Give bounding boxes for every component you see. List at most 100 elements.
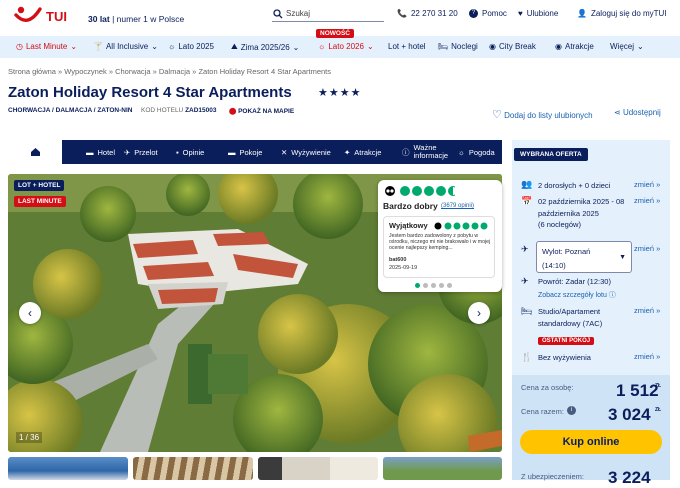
pagination-dot[interactable] [447, 283, 452, 288]
cocktail-icon: 🍸 [93, 42, 103, 51]
review-text: Jestem bardzo zadowolony z pobytu w ośro… [389, 233, 491, 252]
nav-summer-2026[interactable]: ☼ Lato 2026 ⌄ [318, 42, 374, 51]
change-departure-link[interactable]: zmień » [634, 244, 660, 253]
last-minute-badge: LAST MINUTE [14, 196, 66, 207]
clock-icon: ◷ [16, 42, 23, 51]
gallery-thumbnail[interactable] [383, 457, 502, 480]
tab-attractions[interactable]: ✦ Atrakcje [336, 140, 381, 164]
tab-rooms[interactable]: ▬ Pokoje [220, 140, 262, 164]
nav-all-inclusive[interactable]: 🍸 All Inclusive ⌄ [93, 42, 158, 51]
nav-last-minute[interactable]: ◷ Last Minute ⌄ [16, 42, 77, 51]
hotel-location[interactable]: CHORWACJA / DALMACJA / ZATON-NIN [8, 107, 132, 114]
currency-label: ZŁ [655, 407, 662, 413]
review-pagination[interactable] [415, 283, 452, 288]
price-total: 3 024 [608, 405, 651, 424]
info-icon[interactable]: i [567, 406, 576, 415]
tab-flight[interactable]: ✈ Przelot [116, 140, 158, 164]
nav-flight-hotel[interactable]: Lot + hotel [388, 42, 426, 51]
chevron-down-icon: ▼ [619, 254, 626, 261]
change-travelers-link[interactable]: zmień » [634, 180, 660, 189]
tab-board[interactable]: ✕ Wyżywienie [273, 140, 331, 164]
review-count-link[interactable]: (3679 opinii) [441, 203, 474, 209]
next-photo-button[interactable]: › [468, 302, 490, 324]
chevron-right-icon: › [477, 306, 481, 320]
people-icon: 👥 [521, 179, 533, 189]
chevron-down-icon: ⌄ [366, 42, 374, 51]
bed-icon: 🛏 [521, 306, 533, 316]
nav-city-break[interactable]: ◉ City Break [489, 42, 536, 51]
share-link[interactable]: ⋖ Udostępnij [614, 108, 661, 117]
tab-weather[interactable]: ☼ Pogoda [450, 140, 495, 164]
buy-online-button[interactable]: Kup online [520, 430, 662, 454]
phone-icon: 📞 [397, 9, 407, 18]
nav-attractions[interactable]: ◉ Atrakcje [555, 42, 594, 51]
change-dates-link[interactable]: zmień » [634, 196, 660, 205]
tripadvisor-rating-icon [385, 186, 455, 196]
pin-icon: ◉ [489, 42, 496, 51]
ticket-icon: ◉ [555, 42, 562, 51]
new-badge: NOWOŚĆ [316, 29, 354, 38]
last-room-badge: OSTATNI POKÓJ [538, 337, 595, 345]
currency-label: ZŁ [655, 383, 662, 389]
price-total-label: Cena razem: [521, 407, 564, 416]
show-on-map-link[interactable]: ⬤ POKAŻ NA MAPIE [229, 107, 294, 115]
mountain-icon: ⛰ [231, 42, 238, 51]
bed-icon: ▬ [228, 147, 236, 157]
review-headline: Wyjątkowy [389, 221, 428, 230]
main-navigation: ◷ Last Minute ⌄ 🍸 All Inclusive ⌄ ☼ Lato 2025… [0, 36, 680, 58]
board-info: Bez wyżywienia [538, 353, 591, 362]
share-icon: ⋖ [614, 108, 621, 117]
gallery-thumbnail[interactable] [133, 457, 253, 480]
change-board-link[interactable]: zmień » [634, 352, 660, 361]
info-icon: ⓘ [402, 147, 410, 157]
nav-summer-2025[interactable]: ☼ Lato 2025 [168, 42, 214, 51]
breadcrumb[interactable]: Strona główna » Wypoczynek » Chorwacja »… [8, 67, 331, 76]
chevron-down-icon: ⌄ [70, 42, 78, 51]
search-input[interactable]: Szukaj [272, 8, 384, 22]
attraction-icon: ✦ [344, 147, 351, 157]
departure-select[interactable]: Wylot: Poznań (14:10) ▼ [536, 241, 632, 273]
nav-winter-2025[interactable]: ⛰ Zima 2025/26 ⌄ [231, 42, 299, 52]
gallery-thumbnail[interactable] [258, 457, 378, 480]
nav-accommodation[interactable]: 🛏 Noclegi [438, 42, 478, 51]
nav-more[interactable]: Więcej ⌄ [610, 42, 644, 51]
chevron-down-icon: ⌄ [292, 42, 300, 52]
chevron-left-icon: ‹ [28, 306, 32, 320]
selected-offer-tag: WYBRANA OFERTA [514, 148, 588, 161]
prev-photo-button[interactable]: ‹ [19, 302, 41, 324]
plane-takeoff-icon: ✈ [521, 244, 529, 254]
pin-icon: ⬤ [229, 108, 237, 115]
tab-hotel[interactable]: ▬ Hotel [78, 140, 115, 164]
tab-reviews[interactable]: ▪ Opinie [168, 140, 204, 164]
heart-icon: ♥ [518, 9, 523, 18]
photo-counter: 1 / 36 [16, 432, 43, 443]
review-item: Wyjątkowy Jestem bardzo zadowolony z pob… [383, 216, 495, 278]
tripadvisor-review-card[interactable]: Bardzo dobry (3679 opinii) Wyjątkowy Jes… [378, 180, 502, 292]
search-icon [273, 9, 283, 19]
login-link[interactable]: 👤 Zaloguj się do myTUI [577, 9, 667, 18]
add-to-favorites-link[interactable]: ♡ Dodaj do listy ulubionych [492, 108, 593, 121]
pagination-dot[interactable] [415, 283, 420, 288]
pagination-dot[interactable] [439, 283, 444, 288]
help-link[interactable]: ? Pomoc [469, 9, 507, 18]
hotel-tabs: ▬ Hotel ✈ Przelot ▪ Opinie ▬ Pokoje ✕ Wyżywie… [8, 140, 502, 164]
pagination-dot[interactable] [423, 283, 428, 288]
sun-icon: ☼ [458, 147, 465, 157]
logo-text[interactable]: TUI [46, 9, 67, 24]
room-info: Studio/Apartament standardowy (7AC) [538, 307, 603, 328]
tui-logo-icon[interactable] [14, 4, 42, 26]
phone-link[interactable]: 📞 22 270 31 20 [397, 9, 458, 18]
tab-important-info[interactable]: ⓘ Ważne informacje [394, 140, 452, 164]
gallery-thumbnail[interactable] [8, 457, 128, 480]
price-per-person: 1 512 [616, 381, 659, 400]
sun-icon: ☼ [168, 42, 176, 51]
tab-home[interactable] [8, 140, 62, 164]
plane-icon: ✈ [124, 147, 131, 157]
bed-icon: 🛏 [438, 42, 449, 51]
info-icon: ⓘ [608, 292, 616, 299]
user-icon: 👤 [577, 9, 587, 18]
pagination-dot[interactable] [431, 283, 436, 288]
change-room-link[interactable]: zmień » [634, 306, 660, 315]
favorites-link[interactable]: ♥ Ulubione [518, 9, 558, 18]
flight-details-link[interactable]: Zobacz szczegóły lotu ⓘ [538, 290, 616, 300]
